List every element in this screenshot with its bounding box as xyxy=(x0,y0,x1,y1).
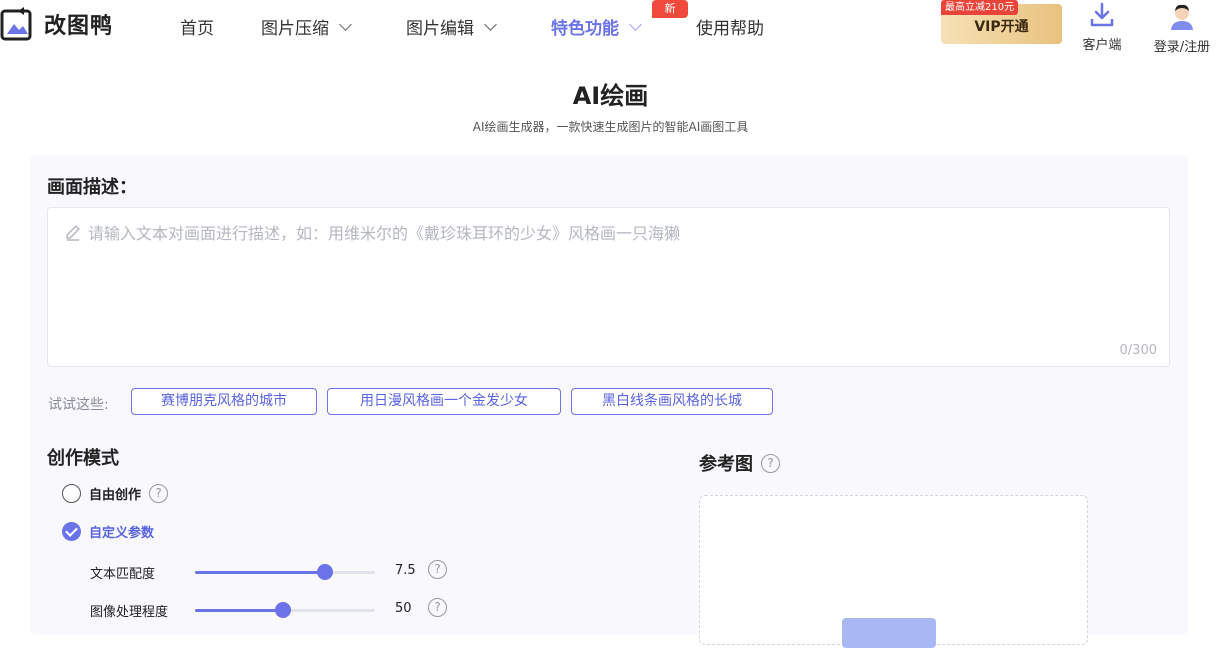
login-label: 登录/注册 xyxy=(1153,40,1211,55)
page-subtitle: AI绘画生成器，一款快速生成图片的智能AI画图工具 xyxy=(472,120,749,134)
slider-label: 文本匹配度 xyxy=(90,567,156,582)
char-counter: 0/300 xyxy=(1119,343,1157,358)
nav-item-home[interactable]: 首页 xyxy=(180,14,214,39)
description-title: 画面描述： xyxy=(47,177,137,198)
slider-value: 50 xyxy=(395,601,412,616)
login-button[interactable]: 登录/注册 xyxy=(1148,2,1216,55)
top-nav: 改图鸭 首页 图片压缩 图片编辑 特色功能 新 使用帮助 最高立减210元 VI… xyxy=(0,0,1221,55)
vip-label: VIP开通 xyxy=(974,19,1029,35)
download-icon xyxy=(1090,2,1114,27)
client-label: 客户端 xyxy=(1082,38,1122,53)
upload-button[interactable] xyxy=(842,618,936,648)
suggestion-chip[interactable]: 赛博朋克风格的城市 xyxy=(131,388,317,415)
logo-icon xyxy=(0,7,34,41)
slider-text-match: 文本匹配度 7.5 ? xyxy=(90,560,450,584)
nav-item-features[interactable]: 特色功能 xyxy=(551,14,642,39)
slider-value: 7.5 xyxy=(395,563,416,578)
slider-handle[interactable] xyxy=(275,602,292,618)
slider-fill xyxy=(195,571,325,574)
slider-label: 图像处理程度 xyxy=(90,605,169,620)
avatar-icon xyxy=(1171,4,1193,30)
help-icon[interactable]: ? xyxy=(428,560,447,579)
nav-item-help[interactable]: 使用帮助 xyxy=(696,14,764,39)
reference-title-label: 参考图 xyxy=(699,454,753,475)
brand-name: 改图鸭 xyxy=(44,14,114,39)
pencil-icon xyxy=(66,225,80,241)
radio-button[interactable] xyxy=(62,484,81,503)
mode-option-label: 自由创作 xyxy=(89,488,142,503)
nav-item-compress[interactable]: 图片压缩 xyxy=(261,14,352,39)
nav-item-label: 首页 xyxy=(180,19,214,39)
mode-option-custom[interactable]: 自定义参数 xyxy=(62,522,154,541)
client-download-button[interactable]: 客户端 xyxy=(1080,2,1124,53)
slider-track[interactable] xyxy=(195,602,375,618)
vip-button[interactable]: 最高立减210元 VIP开通 xyxy=(941,0,1062,44)
new-badge: 新 xyxy=(652,0,688,18)
slider-track[interactable] xyxy=(195,564,375,580)
radio-checked-icon[interactable] xyxy=(62,522,81,541)
suggestions-label: 试试这些: xyxy=(48,397,109,413)
chevron-down-icon xyxy=(339,17,352,31)
help-icon[interactable]: ? xyxy=(761,453,780,473)
suggestion-chip[interactable]: 用日漫风格画一个金发少女 xyxy=(327,388,561,415)
nav-item-label: 图片编辑 xyxy=(406,19,474,39)
help-icon[interactable]: ? xyxy=(149,484,169,503)
description-input[interactable] xyxy=(88,220,1158,340)
slider-fill xyxy=(195,609,284,612)
mode-title: 创作模式 xyxy=(47,448,119,469)
vip-discount-tag: 最高立减210元 xyxy=(941,0,1019,15)
chevron-down-icon xyxy=(629,17,642,31)
nav-item-edit[interactable]: 图片编辑 xyxy=(406,14,497,39)
suggestion-chip[interactable]: 黑白线条画风格的长城 xyxy=(571,388,773,415)
slider-handle[interactable] xyxy=(316,564,333,580)
mode-option-free[interactable]: 自由创作 ? xyxy=(62,484,169,503)
logo[interactable]: 改图鸭 xyxy=(0,6,113,42)
chevron-down-icon xyxy=(484,17,497,31)
mode-option-label: 自定义参数 xyxy=(89,526,155,541)
reference-upload-area[interactable] xyxy=(699,495,1088,648)
reference-title: 参考图 ? xyxy=(699,450,780,476)
nav-item-label: 使用帮助 xyxy=(696,19,764,39)
page-title: AI绘画 xyxy=(572,82,649,110)
help-icon[interactable]: ? xyxy=(428,598,447,617)
slider-image-strength: 图像处理程度 50 ? xyxy=(90,598,450,622)
description-box: 0/300 xyxy=(47,207,1170,367)
nav-item-label: 图片压缩 xyxy=(261,19,329,39)
nav-item-label: 特色功能 xyxy=(551,19,619,39)
